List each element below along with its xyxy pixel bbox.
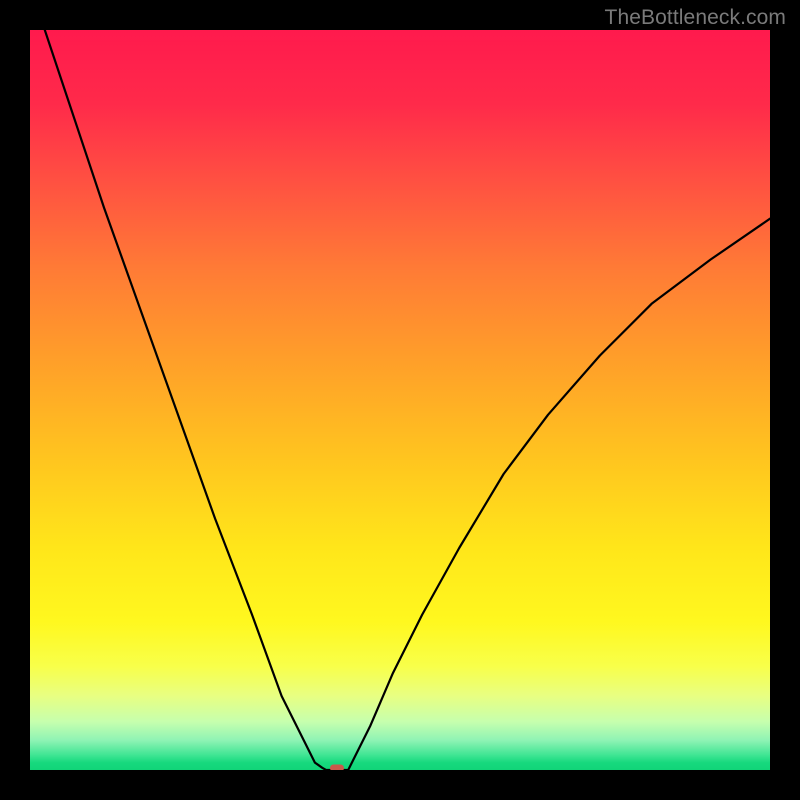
attribution-text: TheBottleneck.com [605, 6, 786, 30]
chart-frame: TheBottleneck.com [0, 0, 800, 800]
curve-layer [30, 30, 770, 770]
plot-area [30, 30, 770, 770]
optimal-marker [330, 765, 344, 771]
bottleneck-curve-path [30, 30, 770, 770]
